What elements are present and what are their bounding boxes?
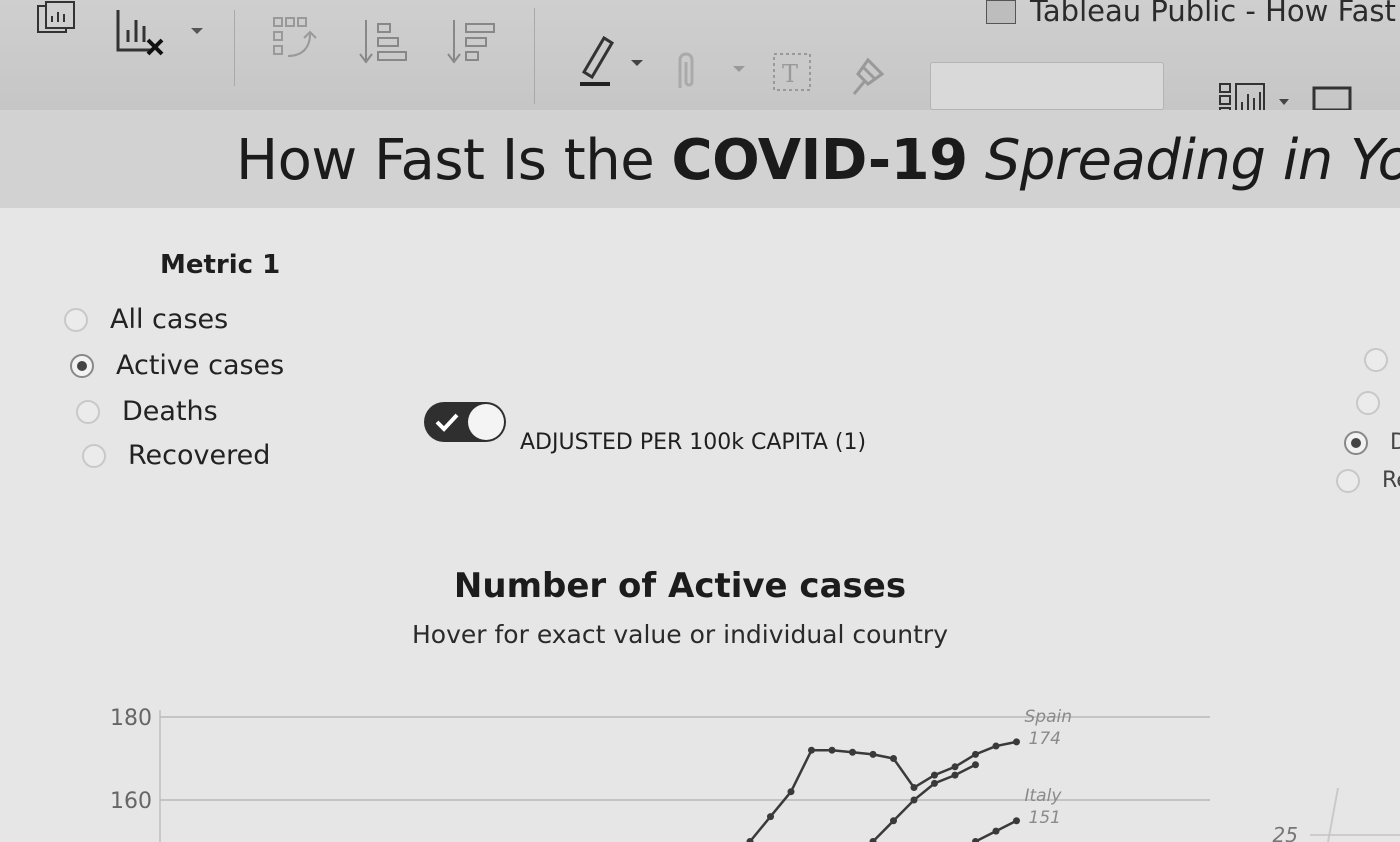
- sort-descending-icon[interactable]: [444, 14, 500, 70]
- radio-button[interactable]: [1364, 348, 1388, 372]
- data-point: [890, 817, 897, 825]
- toolbar: T Tableau Public - How Fast I: [0, 0, 1400, 128]
- svg-text:T: T: [782, 60, 798, 88]
- series-value-label: 174: [1029, 729, 1061, 749]
- radio-button[interactable]: [1336, 468, 1360, 493]
- data-point: [951, 763, 959, 771]
- data-point: [972, 838, 979, 842]
- show-mark-labels-icon[interactable]: T: [770, 50, 816, 96]
- data-point: [869, 750, 877, 758]
- data-point: [931, 771, 938, 779]
- highlight-icon[interactable]: [574, 32, 618, 92]
- second-chart-y-axis: [1327, 787, 1339, 842]
- data-point: [767, 813, 774, 821]
- data-point: [828, 746, 836, 754]
- series-line: [872, 763, 977, 842]
- radio-button[interactable]: [76, 399, 100, 424]
- dashboard-title: How Fast Is the COVID-19 Spreading in Yo…: [236, 128, 1400, 193]
- adjusted-per-capita-toggle[interactable]: [424, 402, 506, 442]
- app-icon: [986, 0, 1016, 24]
- data-point: [931, 779, 938, 787]
- dropdown-arrow-icon[interactable]: [188, 24, 206, 38]
- metric-2-option-label: D: [1390, 430, 1400, 455]
- metric-option-active-cases[interactable]: Active cases: [70, 350, 284, 381]
- radio-button[interactable]: [64, 307, 88, 332]
- dropdown-arrow-icon[interactable]: [628, 56, 646, 70]
- chart-subtitle: Hover for exact value or individual coun…: [412, 620, 948, 649]
- data-point: [992, 742, 1000, 750]
- active-cases-line-chart[interactable]: 160 180 25 Spain174 Italy151: [0, 670, 1400, 842]
- radio-button[interactable]: [82, 443, 106, 468]
- metric-option-recovered[interactable]: Recovered: [82, 440, 270, 471]
- metric-2-option[interactable]: [1364, 348, 1400, 372]
- clear-sheet-icon[interactable]: [112, 4, 172, 60]
- metric-option-all-cases[interactable]: All cases: [64, 304, 228, 335]
- series-name-label: Spain: [1025, 707, 1073, 727]
- data-point: [787, 788, 795, 796]
- metric-option-label: All cases: [110, 304, 229, 335]
- data-point: [992, 827, 1000, 835]
- chart-title: Number of Active cases: [453, 566, 907, 606]
- data-point: [910, 796, 918, 804]
- dropdown-arrow-icon[interactable]: [730, 62, 748, 76]
- adjusted-per-capita-label: ADJUSTED PER 100k CAPITA (1): [520, 430, 867, 455]
- metric-option-label: Deaths: [122, 396, 218, 427]
- metric-2-option[interactable]: Re: [1336, 468, 1400, 493]
- series-name-label: Italy: [1025, 786, 1063, 806]
- fix-axes-icon[interactable]: [846, 52, 890, 100]
- series-value-label: 151: [1029, 808, 1061, 828]
- data-point: [1013, 738, 1020, 746]
- metric-2-option-label: Re: [1382, 468, 1400, 493]
- title-part-3: Spreading in Your: [984, 128, 1400, 193]
- toggle-knob: [468, 404, 504, 440]
- data-point: [849, 748, 856, 756]
- metric-option-label: Recovered: [128, 440, 271, 471]
- checkmark-icon: [435, 413, 459, 432]
- radio-button[interactable]: [1356, 390, 1380, 415]
- y-tick-label: 180: [110, 706, 152, 731]
- data-point: [972, 761, 979, 769]
- window-title: Tableau Public - How Fast I: [1030, 0, 1400, 28]
- data-point: [910, 784, 918, 792]
- data-point: [808, 746, 815, 754]
- dashboard: How Fast Is the COVID-19 Spreading in Yo…: [0, 110, 1400, 842]
- group-members-icon[interactable]: [664, 44, 708, 94]
- dropdown-arrow-icon[interactable]: [1276, 96, 1292, 108]
- second-chart-tick-label: 25: [1273, 823, 1298, 842]
- swap-rows-columns-icon[interactable]: [270, 14, 322, 68]
- metric-option-label: Active cases: [116, 350, 285, 381]
- title-band: How Fast Is the COVID-19 Spreading in Yo…: [0, 110, 1400, 208]
- sort-ascending-icon[interactable]: [356, 14, 412, 70]
- data-point: [1013, 817, 1020, 825]
- title-part-2: COVID-19: [671, 128, 969, 193]
- data-point: [890, 755, 897, 762]
- radio-button-selected[interactable]: [1344, 430, 1368, 455]
- metric-2-option[interactable]: A: [1356, 390, 1400, 415]
- new-worksheet-icon[interactable]: [30, 0, 80, 44]
- y-tick-label: 160: [110, 789, 152, 814]
- data-point: [951, 771, 959, 779]
- metric-option-deaths[interactable]: Deaths: [76, 396, 218, 427]
- title-part-1: How Fast Is the: [236, 128, 672, 193]
- metric-2-option-deaths[interactable]: D: [1344, 430, 1400, 455]
- data-point: [972, 750, 979, 758]
- fit-width-field[interactable]: [930, 62, 1164, 110]
- radio-button-selected[interactable]: [70, 353, 94, 378]
- metric-1-label: Metric 1: [160, 250, 281, 280]
